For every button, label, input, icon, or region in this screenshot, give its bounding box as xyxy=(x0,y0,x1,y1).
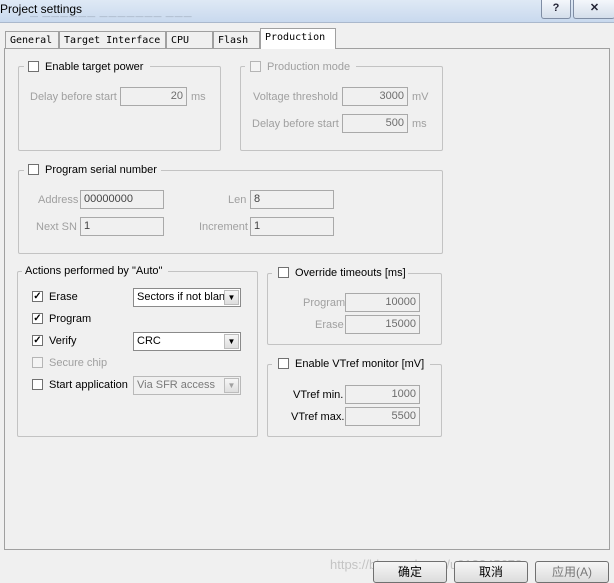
help-icon: ? xyxy=(552,2,560,14)
next-sn-field[interactable]: 1 xyxy=(80,217,164,236)
erase-label: Erase xyxy=(49,291,78,303)
increment-label: Increment xyxy=(199,221,248,233)
tp-delay-unit: ms xyxy=(191,91,206,103)
verify-mode-value: CRC xyxy=(137,335,161,347)
cancel-button[interactable]: 取消 xyxy=(454,561,528,583)
verify-label: Verify xyxy=(49,335,77,347)
program-label: Program xyxy=(49,313,92,325)
actions-legend: Actions performed by "Auto" xyxy=(22,264,168,278)
timeout-erase-field[interactable]: 15000 xyxy=(345,315,420,334)
enable-target-power-label: Enable target power xyxy=(45,61,144,73)
vtref-monitor-checkbox[interactable] xyxy=(278,358,289,369)
erase-checkbox[interactable]: ✓ xyxy=(32,291,43,302)
vtref-min-label: VTref min. xyxy=(293,389,344,401)
tab-cpu[interactable]: CPU xyxy=(166,31,213,48)
tab-production[interactable]: Production xyxy=(260,28,336,49)
chevron-down-icon[interactable]: ▼ xyxy=(224,290,239,305)
chevron-down-icon[interactable]: ▼ xyxy=(224,378,239,393)
menu-bar-ghost: — —————— ——————— ——— xyxy=(30,12,193,21)
increment-field[interactable]: 1 xyxy=(250,217,334,236)
address-field[interactable]: 00000000 xyxy=(80,190,164,209)
start-application-checkbox[interactable] xyxy=(32,379,43,390)
start-mode-value: Via SFR access xyxy=(137,379,216,391)
enable-target-power-checkbox[interactable] xyxy=(28,61,39,72)
timeout-erase-label: Erase xyxy=(315,319,344,331)
override-timeouts-checkbox[interactable] xyxy=(278,267,289,278)
len-field[interactable]: 8 xyxy=(250,190,334,209)
vtref-max-label: VTref max. xyxy=(291,411,345,423)
production-mode-label: Production mode xyxy=(267,61,351,73)
vtref-min-field[interactable]: 1000 xyxy=(345,385,420,404)
pm-delay-label: Delay before start xyxy=(252,118,339,130)
voltage-threshold-field[interactable]: 3000 xyxy=(342,87,408,106)
verify-checkbox[interactable]: ✓ xyxy=(32,335,43,346)
tp-delay-field[interactable]: 20 xyxy=(120,87,187,106)
address-label: Address xyxy=(38,194,79,206)
apply-button[interactable]: 应用(A) xyxy=(535,561,609,583)
pm-delay-field[interactable]: 500 xyxy=(342,114,408,133)
secure-chip-checkbox[interactable] xyxy=(32,357,43,368)
timeout-program-label: Program xyxy=(303,297,346,309)
secure-chip-label: Secure chip xyxy=(49,357,108,369)
verify-mode-select[interactable]: CRC ▼ xyxy=(133,332,241,351)
vtref-monitor-label: Enable VTref monitor [mV] xyxy=(295,358,425,370)
serial-number-group xyxy=(18,170,443,254)
erase-mode-select[interactable]: Sectors if not blan ▼ xyxy=(133,288,241,307)
chevron-down-icon[interactable]: ▼ xyxy=(224,334,239,349)
production-mode-checkbox[interactable] xyxy=(250,61,261,72)
ok-button[interactable]: 确定 xyxy=(373,561,447,583)
tab-general[interactable]: General xyxy=(5,31,59,48)
voltage-threshold-unit: mV xyxy=(412,91,429,103)
tp-delay-label: Delay before start xyxy=(30,91,117,103)
program-serial-label: Program serial number xyxy=(45,164,157,176)
len-label: Len xyxy=(228,194,247,206)
vtref-max-field[interactable]: 5500 xyxy=(345,407,420,426)
start-mode-select[interactable]: Via SFR access ▼ xyxy=(133,376,241,395)
close-icon: ✕ xyxy=(589,2,600,14)
pm-delay-unit: ms xyxy=(412,118,427,130)
tab-flash[interactable]: Flash xyxy=(213,31,260,48)
voltage-threshold-label: Voltage threshold xyxy=(253,91,339,103)
program-serial-checkbox[interactable] xyxy=(28,164,39,175)
override-timeouts-label: Override timeouts [ms] xyxy=(295,267,406,279)
production-mode-group xyxy=(240,66,443,151)
help-button[interactable]: ? xyxy=(541,0,571,19)
target-power-group xyxy=(18,66,221,151)
program-checkbox[interactable]: ✓ xyxy=(32,313,43,324)
start-application-label: Start application xyxy=(49,379,128,391)
timeout-program-field[interactable]: 10000 xyxy=(345,293,420,312)
close-button[interactable]: ✕ xyxy=(573,0,614,19)
erase-mode-value: Sectors if not blan xyxy=(137,291,226,303)
next-sn-label: Next SN xyxy=(36,221,77,233)
tab-target-interface[interactable]: Target Interface xyxy=(59,31,166,48)
